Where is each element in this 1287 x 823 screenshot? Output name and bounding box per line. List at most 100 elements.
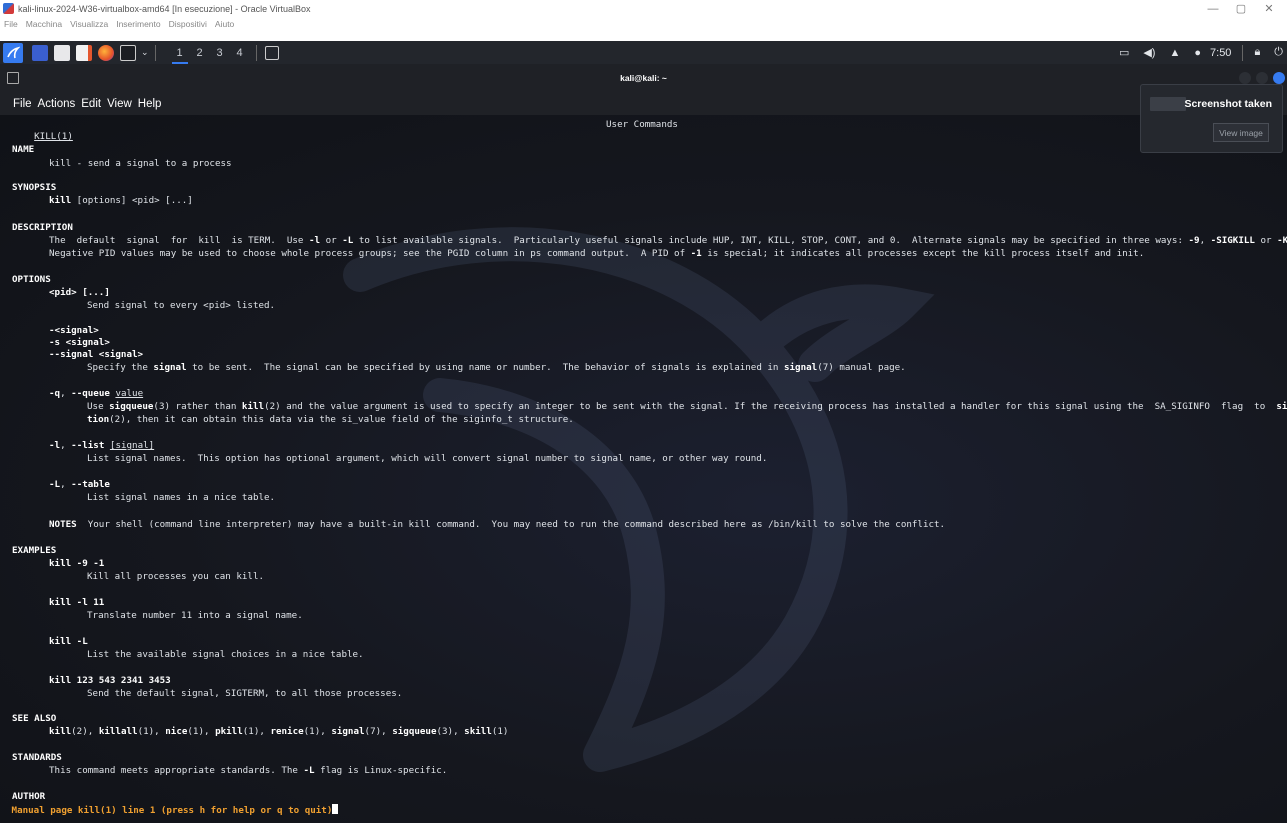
terminal-minimize-button[interactable]	[1239, 72, 1251, 84]
option-signal-2: -s <signal>	[49, 337, 110, 348]
see-also-ref: skill	[464, 726, 492, 737]
notification-bell-icon[interactable]: ▲	[1169, 47, 1180, 59]
section-heading-examples: EXAMPLES	[12, 545, 57, 556]
terminal-title: kali@kali: ~	[620, 73, 667, 83]
workspace-4[interactable]: 4	[230, 41, 250, 64]
workspace-3[interactable]: 3	[210, 41, 230, 64]
display-icon[interactable]: ▭	[1119, 46, 1129, 59]
text-cursor	[332, 804, 339, 814]
man-header-center: User Commands	[606, 119, 678, 130]
terminal-menu-help[interactable]: Help	[138, 98, 162, 110]
option-queue: -q, --queue value	[49, 388, 144, 399]
menu-help[interactable]: Aiuto	[215, 17, 234, 31]
example-1-cmd: kill -9 -1	[49, 558, 105, 569]
system-tray: ▭ ◀) ▲ ● 7:50 🔒︎ ⏻	[1112, 41, 1287, 64]
option-table-desc: List signal names in a nice table.	[87, 492, 276, 503]
standards-text: This command meets appropriate standards…	[49, 765, 448, 776]
terminal-icon[interactable]	[120, 44, 136, 61]
workspace-2[interactable]: 2	[190, 41, 210, 64]
menu-devices[interactable]: Dispositivi	[169, 17, 207, 31]
terminal-menubar: File Actions Edit View Help	[0, 92, 1287, 115]
option-signal-desc: Specify the signal to be sent. The signa…	[87, 362, 906, 373]
firefox-icon[interactable]	[98, 44, 114, 61]
option-pid-desc: Send signal to every <pid> listed.	[87, 300, 276, 311]
clock[interactable]: 7:50	[1210, 47, 1231, 59]
see-also-ref: kill	[49, 726, 72, 737]
option-table: -L, --table	[49, 479, 110, 490]
terminal-menu-edit[interactable]: Edit	[81, 98, 101, 110]
window-title: kali-linux-2024-W36-virtualbox-amd64 [In…	[18, 3, 311, 14]
terminal-window-icon	[7, 72, 19, 84]
terminal-app-icon[interactable]	[32, 44, 48, 61]
see-also-ref: nice	[165, 726, 188, 737]
section-heading-synopsis: SYNOPSIS	[12, 182, 57, 193]
virtualbox-app-icon	[3, 3, 14, 14]
see-also-list: kill(2), killall(1), nice(1), pkill(1), …	[49, 726, 509, 737]
terminal-menu-actions[interactable]: Actions	[38, 98, 76, 110]
terminal-menu-view[interactable]: View	[107, 98, 132, 110]
terminal-menu-file[interactable]: File	[13, 98, 32, 110]
section-heading-author: AUTHOR	[12, 791, 46, 802]
option-signal-1: -<signal>	[49, 325, 99, 336]
option-signal-3: --signal <signal>	[49, 349, 144, 360]
notification-title: Screenshot taken	[1184, 98, 1272, 110]
terminal-output[interactable]: KILL(1) User Commands NAME kill - send a…	[0, 115, 1287, 823]
example-2-cmd: kill -l 11	[49, 597, 105, 608]
logout-icon[interactable]: ⏻	[1274, 46, 1283, 59]
section-heading-see-also: SEE ALSO	[12, 713, 57, 724]
example-4-cmd: kill 123 543 2341 3453	[49, 675, 171, 686]
panel-separator	[1242, 44, 1244, 61]
see-also-ref: killall	[98, 726, 138, 737]
lock-icon[interactable]: 🔒︎	[1254, 46, 1260, 59]
menu-machine[interactable]: Macchina	[26, 17, 62, 31]
minimize-button[interactable]: —	[1199, 0, 1227, 17]
menu-input[interactable]: Inserimento	[116, 17, 160, 31]
example-1-desc: Kill all processes you can kill.	[87, 571, 265, 582]
option-queue-desc-1: Use sigqueue(3) rather than kill(2) and …	[87, 401, 1287, 412]
synopsis-cmd: kill	[49, 195, 72, 206]
kali-menu-icon[interactable]	[3, 42, 23, 63]
menu-view[interactable]: Visualizza	[70, 17, 108, 31]
text-editor-icon[interactable]	[76, 44, 92, 61]
restore-button[interactable]: ▢	[1227, 0, 1255, 17]
description-line-2: Negative PID values may be used to choos…	[49, 248, 1145, 259]
see-also-ref: sigqueue	[392, 726, 437, 737]
section-heading-options: OPTIONS	[12, 274, 51, 285]
section-heading-name: NAME	[12, 144, 35, 155]
power-icon[interactable]: ●	[1194, 47, 1201, 59]
terminal-titlebar: kali@kali: ~	[0, 64, 1287, 92]
option-pid: <pid> [...]	[49, 287, 110, 298]
synopsis-args: [options] <pid> [...]	[71, 195, 193, 206]
option-list-desc: List signal names. This option has optio…	[87, 453, 768, 464]
synopsis-line: kill [options] <pid> [...]	[49, 195, 193, 207]
terminal-close-button[interactable]	[1273, 72, 1285, 84]
volume-icon[interactable]: ◀)	[1143, 46, 1155, 59]
see-also-ref: pkill	[215, 726, 243, 737]
workspace-1[interactable]: 1	[170, 41, 190, 64]
close-button[interactable]: ✕	[1255, 0, 1283, 17]
man-header-left: KILL(1)	[34, 131, 73, 142]
section-heading-description: DESCRIPTION	[12, 222, 73, 233]
view-image-button[interactable]: View image	[1213, 123, 1269, 142]
file-manager-icon[interactable]	[54, 44, 70, 61]
kali-top-panel: ⌄ 1 2 3 4 ▭ ◀) ▲ ● 7:50 🔒︎ ⏻	[0, 41, 1287, 64]
notes-line: NOTES Your shell (command line interpret…	[49, 519, 946, 530]
screenshot-notification[interactable]: Screenshot taken View image	[1140, 84, 1283, 153]
virtualbox-titlebar: kali-linux-2024-W36-virtualbox-amd64 [In…	[0, 0, 1287, 17]
window-icon[interactable]	[264, 45, 279, 60]
screenshot-thumbnail	[1150, 97, 1186, 111]
section-heading-standards: STANDARDS	[12, 752, 62, 763]
example-3-cmd: kill -L	[49, 636, 88, 647]
option-queue-desc-2: tion(2), then it can obtain this data vi…	[87, 414, 574, 425]
see-also-ref: signal	[331, 726, 365, 737]
option-list: -l, --list [signal]	[49, 440, 155, 451]
menu-file[interactable]: File	[4, 17, 18, 31]
pager-status-line: Manual page kill(1) line 1 (press h for …	[6, 804, 339, 817]
chevron-down-icon[interactable]: ⌄	[141, 47, 149, 58]
example-2-desc: Translate number 11 into a signal name.	[87, 610, 303, 621]
example-3-desc: List the available signal choices in a n…	[87, 649, 364, 660]
terminal-maximize-button[interactable]	[1256, 72, 1268, 84]
panel-separator	[154, 44, 156, 61]
name-text: kill - send a signal to a process	[49, 158, 232, 169]
description-line-1: The default signal for kill is TERM. Use…	[49, 235, 1287, 246]
